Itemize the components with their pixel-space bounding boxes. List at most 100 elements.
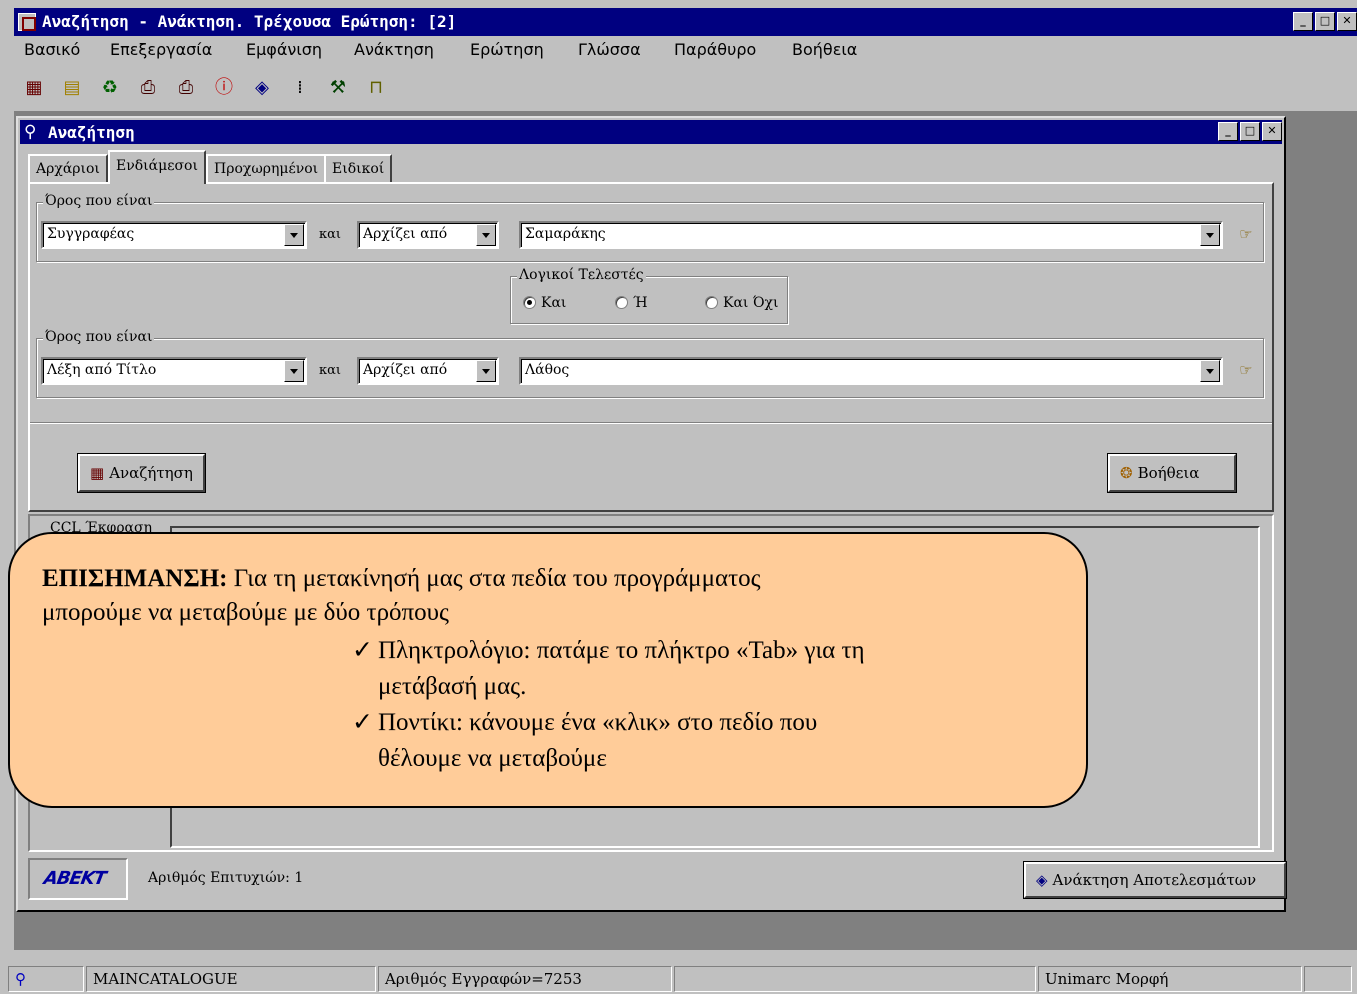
retrieve-results-button[interactable]: ◈ Ανάκτηση Αποτελεσμάτων (1024, 862, 1286, 898)
radio-or-label: Ή (633, 295, 648, 311)
main-window: Αναζήτηση - Ανάκτηση. Τρέχουσα Ερώτηση: … (0, 0, 1357, 994)
abekt-logo: ABEKT (28, 858, 128, 900)
chevron-down-icon[interactable] (1200, 224, 1220, 246)
radio-and-label: Και (541, 295, 567, 311)
help-icon: ❂ (1120, 464, 1133, 482)
callout-bullet-1: Πληκτρολόγιο: πατάμε το πλήκτρο «Tab» γι… (378, 637, 865, 664)
hits-count: Αριθμός Επιτυχιών: 1 (148, 870, 303, 886)
status-bar: ⚲ MAINCATALOGUE Αριθμός Εγγραφών=7253 Un… (0, 962, 1357, 994)
folders-icon[interactable]: ▤ (60, 76, 84, 100)
chevron-down-icon[interactable] (1200, 360, 1220, 382)
term1-connector: και (319, 227, 342, 242)
menu-view[interactable]: Εμφάνιση (246, 40, 322, 59)
term2-value-input[interactable]: Λάθος (519, 357, 1223, 385)
status-empty-cell (1304, 966, 1352, 992)
term1-value-input[interactable]: Σαμαράκης (519, 221, 1223, 249)
child-maximize-button[interactable]: □ (1240, 122, 1260, 141)
term2-mode-select[interactable]: Αρχίζει από (357, 357, 499, 385)
menu-query[interactable]: Ερώτηση (470, 40, 544, 59)
chevron-down-icon[interactable] (476, 224, 496, 246)
divider (30, 422, 1272, 424)
abekt-logo-text: ABEKT (42, 868, 108, 889)
magnifier-icon: ⚲ (24, 122, 37, 142)
term1-group: Όρος που είναι Συγγραφέας και Αρχίζει απ… (36, 193, 1264, 262)
radio-and-not-dot[interactable] (705, 296, 718, 309)
term1-value: Σαμαράκης (525, 226, 606, 242)
note-callout: ΕΠΙΣΗΜΑΝΣΗ: Για τη μετακίνησή μας στα πε… (8, 532, 1088, 808)
chevron-down-icon[interactable] (284, 224, 304, 246)
term1-mode-value: Αρχίζει από (363, 226, 448, 242)
term2-field-select[interactable]: Λέξη από Τίτλο (41, 357, 307, 385)
toolbar: ▦ ▤ ♻ ⎙ ⎙ ⓘ ◈ ⁞ ⚒ ⊓ (14, 66, 1357, 112)
menu-bar: Βασικό Επεξεργασία Εμφάνιση Ανάκτηση Ερώ… (14, 36, 1357, 66)
radio-and-dot[interactable] (523, 296, 536, 309)
menu-window[interactable]: Παράθυρο (674, 40, 756, 59)
tab-beginners[interactable]: Αρχάριοι (28, 154, 108, 182)
term2-value: Λάθος (525, 362, 570, 378)
title-bar[interactable]: Αναζήτηση - Ανάκτηση. Τρέχουσα Ερώτηση: … (14, 8, 1357, 36)
radio-and[interactable]: Και (523, 295, 566, 311)
term2-connector: και (319, 363, 342, 378)
tools-icon[interactable]: ⚒ (326, 76, 350, 100)
print-icon[interactable]: ⎙ (136, 76, 160, 100)
callout-bullet-2: Ποντίκι: κάνουμε ένα «κλικ» στο πεδίο πο… (378, 709, 818, 736)
chevron-down-icon[interactable] (476, 360, 496, 382)
status-empty-cell (674, 966, 1036, 992)
minimize-button[interactable]: _ (1293, 12, 1313, 31)
window-title: Αναζήτηση - Ανάκτηση. Τρέχουσα Ερώτηση: … (42, 12, 457, 31)
child-close-button[interactable]: ✕ (1262, 122, 1282, 141)
callout-title-rest: Για τη μετακίνησή μας στα πεδία του προγ… (227, 565, 761, 592)
door-icon[interactable]: ⊓ (364, 76, 388, 100)
close-button[interactable]: ✕ (1337, 12, 1357, 31)
maximize-button[interactable]: □ (1315, 12, 1335, 31)
menu-retrieve[interactable]: Ανάκτηση (354, 40, 434, 59)
radio-or[interactable]: Ή (615, 295, 648, 311)
retrieve-results-label: Ανάκτηση Αποτελεσμάτων (1052, 871, 1257, 889)
menu-language[interactable]: Γλώσσα (578, 40, 641, 59)
barcode-icon[interactable]: ⁞ (288, 76, 312, 100)
child-minimize-button[interactable]: _ (1218, 122, 1238, 141)
status-format: Unimarc Μορφή (1038, 966, 1302, 992)
menu-help[interactable]: Βοήθεια (792, 40, 857, 59)
app-icon (18, 13, 36, 31)
term2-mode-value: Αρχίζει από (363, 362, 448, 378)
search-footer: ABEKT Αριθμός Επιτυχιών: 1 ◈ Ανάκτηση Απο… (28, 858, 1286, 902)
pointing-hand-icon[interactable]: ☞ (1233, 359, 1259, 385)
callout-bullet-2-cont: θέλουμε να μεταβούμε (378, 745, 607, 772)
callout-bullet-1-cont: μετάβασή μας. (378, 673, 527, 700)
tab-special[interactable]: Ειδικοί (324, 154, 393, 182)
menu-edit[interactable]: Επεξεργασία (110, 40, 212, 59)
eye-icon: ◈ (1036, 871, 1048, 889)
tab-intermediate[interactable]: Ενδιάμεσοι (108, 150, 206, 184)
hits-value: 1 (294, 870, 304, 886)
recycle-icon[interactable]: ♻ (98, 76, 122, 100)
tab-panel: Όρος που είναι Συγγραφέας και Αρχίζει απ… (28, 182, 1274, 512)
search-button-label: Αναζήτηση (109, 464, 193, 482)
radio-and-not[interactable]: Και Όχι (705, 295, 779, 311)
term1-group-label: Όρος που είναι (43, 193, 155, 209)
term1-field-select[interactable]: Συγγραφέας (41, 221, 307, 249)
help-button[interactable]: ❂ Βοήθεια (1108, 454, 1236, 492)
search-window-title-bar[interactable]: ⚲ Αναζήτηση _ □ ✕ (20, 120, 1282, 144)
search-icon[interactable]: ▦ (22, 76, 46, 100)
search-button[interactable]: ▦ Αναζήτηση (78, 454, 205, 492)
hits-label: Αριθμός Επιτυχιών: (148, 870, 290, 886)
tab-advanced[interactable]: Προχωρημένοι (206, 154, 327, 182)
help-button-label: Βοήθεια (1137, 464, 1200, 482)
menu-basic[interactable]: Βασικό (24, 40, 80, 59)
magnifier-icon: ⚲ (8, 966, 84, 992)
radio-or-dot[interactable] (615, 296, 628, 309)
eye-icon[interactable]: ◈ (250, 76, 274, 100)
print-icon[interactable]: ⎙ (174, 76, 198, 100)
term1-field-value: Συγγραφέας (47, 226, 135, 242)
status-records: Αριθμός Εγγραφών=7253 (378, 966, 672, 992)
callout-line-1: ΕΠΙΣΗΜΑΝΣΗ: Για τη μετακίνησή μας στα πε… (42, 562, 761, 596)
chevron-down-icon[interactable] (284, 360, 304, 382)
term2-group-label: Όρος που είναι (43, 329, 155, 345)
term2-field-value: Λέξη από Τίτλο (47, 362, 157, 378)
search-icon: ▦ (90, 464, 105, 482)
radio-and-not-label: Και Όχι (723, 295, 779, 311)
term1-mode-select[interactable]: Αρχίζει από (357, 221, 499, 249)
pointing-hand-icon[interactable]: ☞ (1233, 223, 1259, 249)
info-icon[interactable]: ⓘ (212, 76, 236, 100)
